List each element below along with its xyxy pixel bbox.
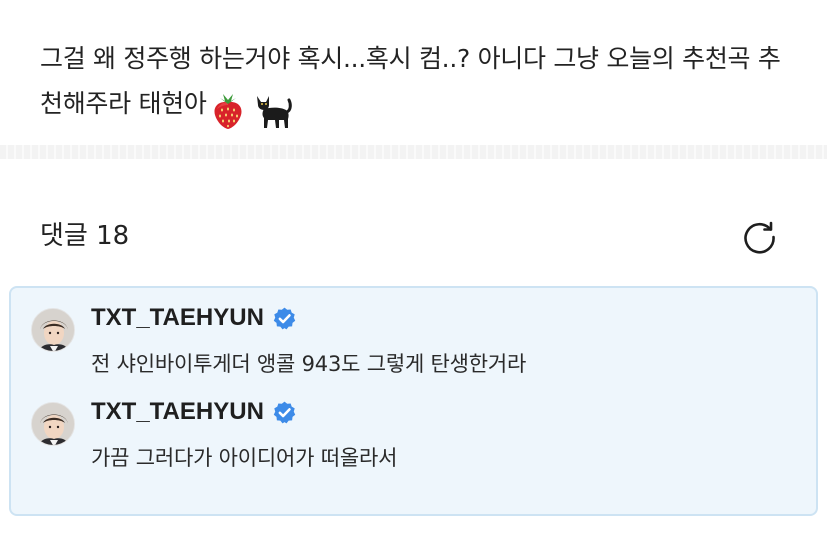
comment-text: 가끔 그러다가 아이디어가 떠올라서 xyxy=(91,446,398,470)
post-emojis xyxy=(211,87,301,132)
profile-photo-icon xyxy=(32,309,74,351)
comments-list: TXT_TAEHYUN 전 샤인바이투게더 앵콜 943도 그렇게 탄생한거라 … xyxy=(9,286,818,516)
avatar[interactable] xyxy=(31,402,75,446)
post-body: 그걸 왜 정주행 하는거야 혹시...혹시 컴..? 아니다 그냥 오늘의 추천… xyxy=(40,44,781,118)
post-text: 그걸 왜 정주행 하는거야 혹시...혹시 컴..? 아니다 그냥 오늘의 추천… xyxy=(40,36,800,132)
section-divider xyxy=(0,145,827,159)
black-cat-icon xyxy=(256,96,292,128)
comments-count-title: 댓글 18 xyxy=(40,221,130,251)
avatar[interactable] xyxy=(31,308,75,352)
author-name[interactable]: TXT_TAEHYUN xyxy=(91,396,264,428)
comment-text: 전 샤인바이투게더 앵콜 943도 그렇게 탄생한거라 xyxy=(91,352,527,376)
comment-author[interactable]: TXT_TAEHYUN xyxy=(91,302,297,334)
refresh-button[interactable] xyxy=(740,217,780,257)
verified-badge-icon xyxy=(273,307,296,329)
verified-badge-icon xyxy=(273,401,296,423)
comment-item[interactable]: TXT_TAEHYUN 가끔 그러다가 아이디어가 떠올라서 xyxy=(11,382,816,472)
comment-author[interactable]: TXT_TAEHYUN xyxy=(91,396,297,428)
strawberry-icon xyxy=(214,94,242,129)
profile-photo-icon xyxy=(32,403,74,445)
refresh-icon xyxy=(744,221,775,254)
author-name[interactable]: TXT_TAEHYUN xyxy=(91,302,264,334)
comment-item[interactable]: TXT_TAEHYUN 전 샤인바이투게더 앵콜 943도 그렇게 탄생한거라 xyxy=(11,288,816,378)
